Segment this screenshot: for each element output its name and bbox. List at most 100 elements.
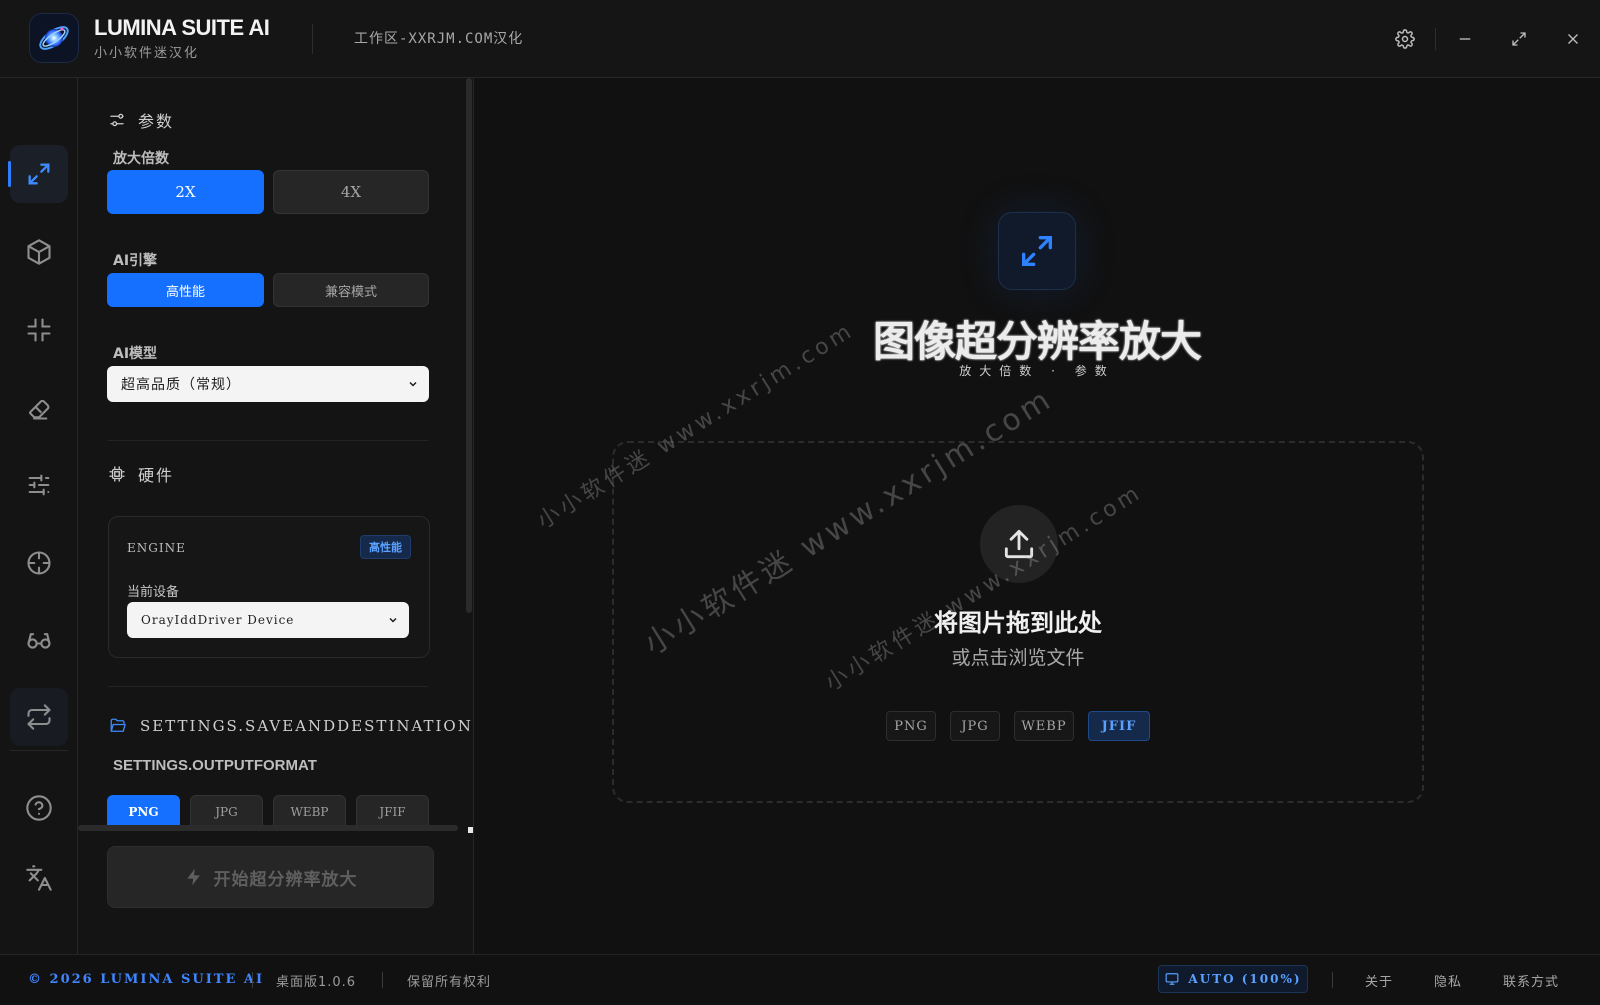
app-subname: 小小软件迷汉化	[94, 46, 200, 61]
format-tag-jfif: JFIF	[1088, 711, 1150, 741]
title-bar: LUMINA SUITE AI 小小软件迷汉化 工作区-XXRJM.COM汉化	[0, 0, 1600, 78]
page-title: 图像超分辨率放大	[872, 317, 1202, 366]
minimize-icon	[1459, 38, 1471, 40]
device-label: 当前设备	[127, 585, 180, 600]
rail-language[interactable]	[10, 849, 68, 907]
device-select[interactable]: OrayIddDriver Device	[127, 602, 409, 638]
lightning-icon	[186, 868, 200, 886]
monitor-icon	[1166, 973, 1179, 985]
output-format-png[interactable]: PNG	[107, 795, 180, 829]
browse-files-link[interactable]: 或点击浏览文件	[614, 643, 1422, 670]
output-format-jpg[interactable]: JPG	[190, 795, 263, 829]
footer-divider	[1332, 972, 1333, 988]
sliders-icon	[28, 474, 50, 496]
maximize-icon	[1512, 32, 1526, 46]
copyright: © 2026 LUMINA SUITE AI	[28, 972, 265, 987]
folder-open-icon	[110, 718, 126, 732]
glasses-icon	[27, 633, 51, 649]
start-upscale-label: 开始超分辨率放大	[213, 869, 358, 890]
app-logo	[30, 14, 78, 62]
window-controls-divider	[1435, 28, 1436, 50]
rail-compress[interactable]	[10, 301, 68, 359]
engine-performance-button[interactable]: 高性能	[107, 273, 264, 307]
close-icon	[1568, 34, 1578, 44]
galaxy-logo-icon	[39, 26, 69, 50]
hardware-section-header: 硬件	[108, 462, 174, 486]
eraser-icon	[28, 399, 50, 420]
title-divider	[312, 24, 313, 54]
rail-3d[interactable]	[10, 223, 68, 281]
panel-horizontal-scrollbar[interactable]	[78, 825, 458, 831]
rail-help[interactable]	[10, 779, 68, 837]
maximize-button[interactable]	[1504, 24, 1534, 54]
cube-icon	[27, 239, 51, 265]
upscale-icon	[28, 163, 50, 185]
rail-target[interactable]	[10, 534, 68, 592]
help-icon	[26, 795, 52, 821]
image-drop-zone[interactable]: 将图片拖到此处 或点击浏览文件 PNG JPG WEBP JFIF	[612, 441, 1424, 803]
format-tag-png: PNG	[886, 711, 936, 741]
chevron-down-icon	[389, 617, 397, 623]
engine-label: AI引擎	[113, 253, 158, 269]
privacy-link[interactable]: 隐私	[1434, 971, 1462, 990]
cpu-chip-icon	[109, 466, 125, 482]
params-title: 参数	[138, 112, 175, 131]
about-link[interactable]: 关于	[1365, 971, 1393, 990]
format-tag-jpg: JPG	[950, 711, 1000, 741]
settings-button[interactable]	[1390, 24, 1420, 54]
section-divider	[108, 440, 428, 441]
scale-4x-button[interactable]: 4X	[273, 170, 429, 214]
rail-eraser[interactable]	[10, 379, 68, 437]
rail-divider	[10, 750, 68, 751]
gear-icon	[1395, 29, 1415, 49]
hardware-card: ENGINE 高性能 当前设备 OrayIddDriver Device	[108, 516, 430, 658]
output-format-webp[interactable]: WEBP	[273, 795, 346, 829]
model-select[interactable]: 超高品质（常规）	[107, 366, 429, 402]
device-select-value: OrayIddDriver Device	[141, 613, 295, 627]
page-subtitle: 放大倍数 · 参数	[959, 364, 1115, 378]
upload-circle	[980, 505, 1058, 583]
display-scale-button[interactable]: AUTO (100%)	[1158, 965, 1308, 993]
icon-rail	[0, 78, 78, 954]
contact-link[interactable]: 联系方式	[1503, 971, 1559, 990]
hw-engine-label: ENGINE	[127, 541, 186, 555]
settings-toggle-icon	[110, 113, 124, 127]
footer-divider	[252, 972, 253, 988]
scale-label: 放大倍数	[113, 151, 169, 167]
section-divider	[108, 686, 428, 687]
rail-convert[interactable]	[10, 688, 68, 746]
rail-view[interactable]	[10, 611, 68, 669]
version-label: 桌面版1.0.6	[276, 975, 357, 990]
rail-upscale[interactable]	[8, 145, 68, 203]
workspace-label: 工作区-XXRJM.COM汉化	[354, 31, 524, 47]
minimize-button[interactable]	[1450, 24, 1480, 54]
compress-icon	[27, 318, 51, 342]
footer-divider	[382, 972, 383, 988]
convert-icon	[27, 704, 51, 730]
output-format-label: SETTINGS.OUTPUTFORMAT	[113, 757, 317, 774]
output-format-jfif[interactable]: JFIF	[356, 795, 429, 829]
crosshair-icon	[27, 551, 51, 575]
hardware-title: 硬件	[138, 466, 175, 485]
upload-icon	[1004, 529, 1034, 559]
close-button[interactable]	[1558, 24, 1588, 54]
scale-2x-button[interactable]: 2X	[107, 170, 264, 214]
hero-icon-tile	[998, 212, 1076, 290]
display-scale-label: AUTO (100%)	[1188, 972, 1302, 986]
main-area: 图像超分辨率放大 放大倍数 · 参数 将图片拖到此处 或点击浏览文件 PNG J…	[474, 78, 1600, 954]
model-select-value: 超高品质（常规）	[121, 377, 241, 393]
params-panel: 参数 放大倍数 2X 4X AI引擎 高性能 兼容模式 AI模型 超高品质（常规…	[78, 78, 474, 954]
rights-label: 保留所有权利	[407, 975, 492, 990]
hw-engine-badge: 高性能	[360, 535, 411, 559]
footer: © 2026 LUMINA SUITE AI 桌面版1.0.6 保留所有权利 A…	[0, 954, 1600, 1005]
save-title: SETTINGS.SAVEANDDESTINATION	[140, 717, 473, 735]
save-section-header: SETTINGS.SAVEANDDESTINATION	[108, 717, 473, 735]
rail-adjust[interactable]	[10, 456, 68, 514]
model-label: AI模型	[113, 346, 158, 362]
panel-vertical-scrollbar[interactable]	[466, 78, 472, 613]
engine-compat-button[interactable]: 兼容模式	[273, 273, 429, 307]
app-name: LUMINA SUITE AI	[94, 15, 270, 40]
drop-title: 将图片拖到此处	[934, 609, 1102, 637]
chevron-down-icon	[409, 381, 417, 387]
start-upscale-button[interactable]: 开始超分辨率放大	[107, 846, 434, 908]
